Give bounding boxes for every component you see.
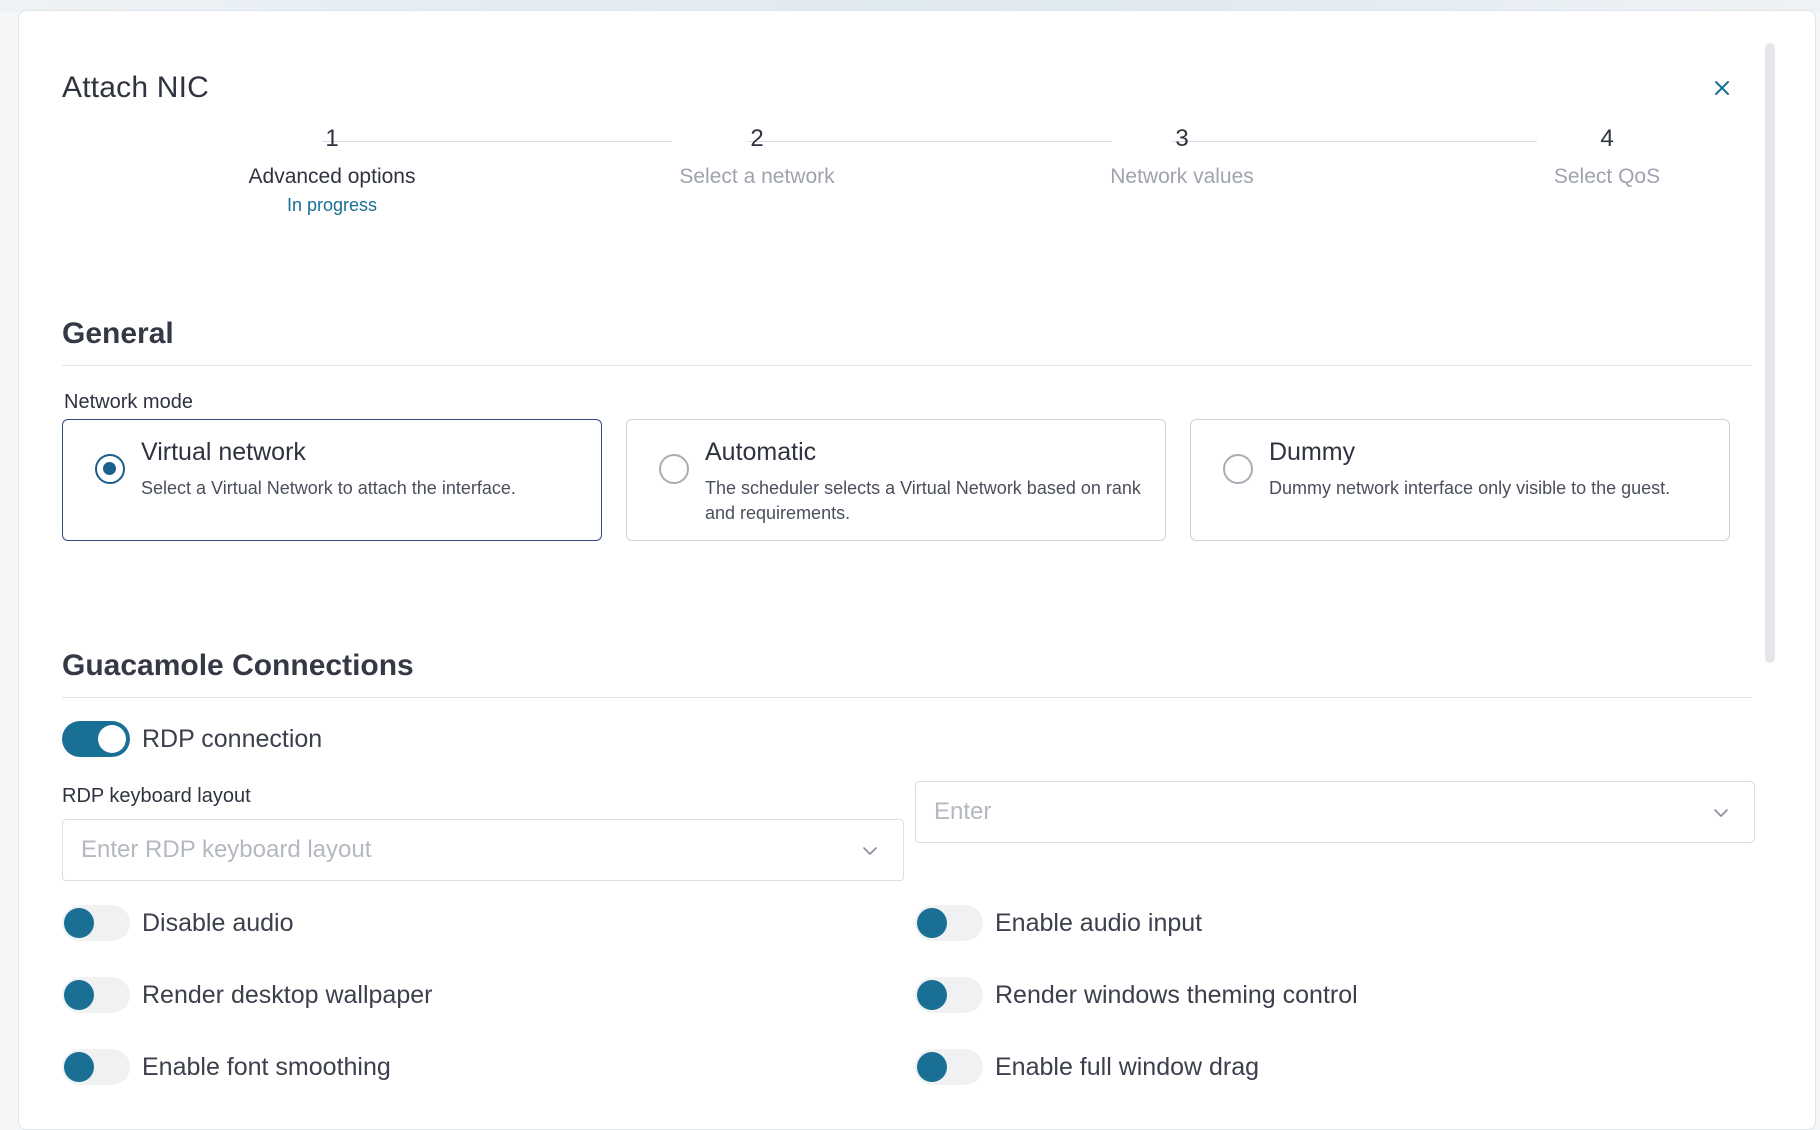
render-windows-theming-row: Render windows theming control [915,975,1358,1015]
step-number: 4 [1600,125,1614,152]
disable-audio-row: Disable audio [62,903,294,943]
chevron-down-icon [1714,809,1728,817]
rdp-connection-toggle[interactable] [62,721,130,757]
chevron-down-icon [863,847,877,855]
enable-font-smoothing-toggle[interactable] [62,1049,130,1085]
option-title: Dummy [1269,438,1356,466]
option-description: Dummy network interface only visible to … [1269,478,1671,498]
enable-full-window-drag-row: Enable full window drag [915,1047,1259,1087]
secondary-enter-select[interactable]: Enter [915,781,1755,843]
step-number: 3 [1175,125,1189,152]
radio-button[interactable] [95,454,125,484]
step-title: Select a network [679,165,835,188]
step-number: 1 [325,125,339,152]
step-title: Select QoS [1553,165,1661,188]
enable-audio-input-toggle[interactable] [915,905,983,941]
step-advanced-options[interactable]: 1 Advanced options In progress [162,123,502,216]
toggle-label: RDP connection [142,724,323,753]
enable-full-window-drag-toggle[interactable] [915,1049,983,1085]
network-mode-label: Network mode [64,391,193,413]
section-title-general: General [62,317,174,350]
close-icon [1715,81,1729,95]
render-windows-theming-toggle[interactable] [915,977,983,1013]
select-placeholder: Enter [934,798,992,825]
network-mode-option-automatic[interactable]: Automatic The scheduler selects a Virtua… [626,419,1166,541]
section-title-guacamole: Guacamole Connections [62,649,414,682]
toggle-label: Render windows theming control [995,980,1358,1009]
rdp-keyboard-layout-select[interactable]: Enter RDP keyboard layout [62,819,904,881]
enable-font-smoothing-row: Enable font smoothing [62,1047,391,1087]
step-status: In progress [286,195,378,215]
option-title: Virtual network [141,438,306,466]
render-desktop-wallpaper-toggle[interactable] [62,977,130,1013]
option-description: Select a Virtual Network to attach the i… [141,478,516,498]
modal-title: Attach NIC [62,71,210,104]
radio-button[interactable] [659,454,689,484]
toggle-label: Enable full window drag [995,1052,1260,1081]
section-divider [62,697,1752,698]
option-description: The scheduler selects a Virtual Network … [705,478,1141,523]
option-title: Automatic [705,438,817,466]
network-mode-option-dummy[interactable]: Dummy Dummy network interface only visib… [1190,419,1730,541]
enable-audio-input-row: Enable audio input [915,903,1202,943]
step-number: 2 [750,125,764,152]
rdp-connection-row: RDP connection [62,719,322,759]
select-placeholder: Enter RDP keyboard layout [81,836,372,863]
rdp-keyboard-layout-label: RDP keyboard layout [62,785,251,807]
disable-audio-toggle[interactable] [62,905,130,941]
toggle-label: Enable font smoothing [142,1052,391,1081]
network-mode-option-virtual[interactable]: Virtual network Select a Virtual Network… [62,419,602,541]
close-button[interactable] [1709,75,1735,101]
stepper: 1 Advanced options In progress 2 Select … [62,123,1762,233]
step-title: Advanced options [248,165,416,188]
step-network-values[interactable]: 3 Network values [1012,123,1352,189]
toggle-label: Enable audio input [995,908,1203,937]
toggle-label: Disable audio [142,908,294,937]
step-select-qos[interactable]: 4 Select QoS [1437,123,1777,189]
section-divider [62,365,1752,366]
render-desktop-wallpaper-row: Render desktop wallpaper [62,975,432,1015]
step-select-network[interactable]: 2 Select a network [587,123,927,189]
toggle-label: Render desktop wallpaper [142,980,433,1009]
step-title: Network values [1110,165,1254,188]
radio-button[interactable] [1223,454,1253,484]
attach-nic-modal: Attach NIC 1 Advanced options In progres… [18,10,1816,1130]
